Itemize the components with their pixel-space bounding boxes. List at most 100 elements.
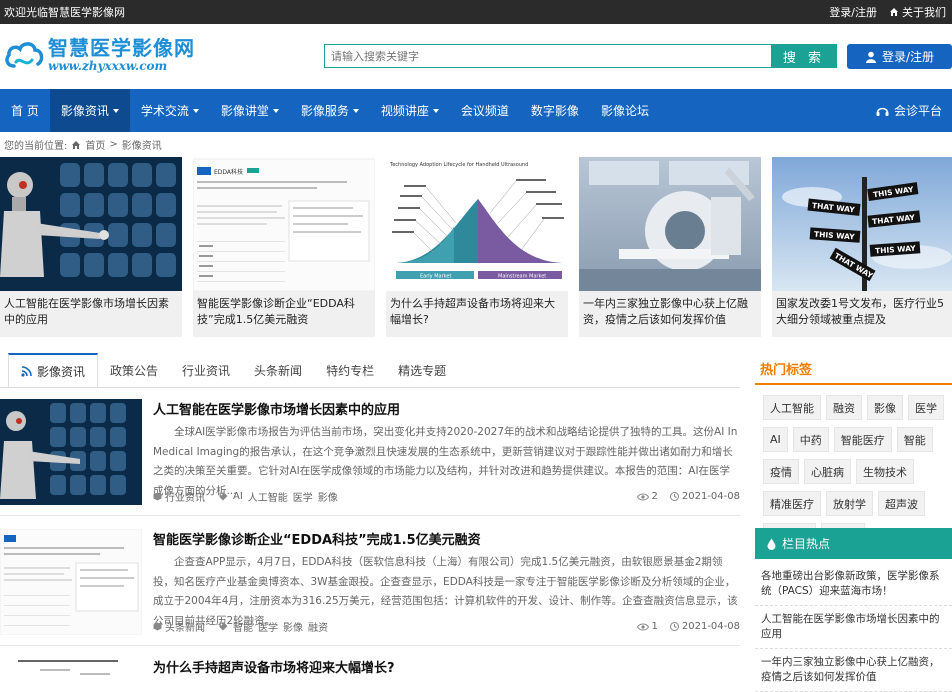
article-tag[interactable]: 影像 — [318, 489, 338, 504]
view-count: 2 — [636, 491, 658, 502]
tab-topic[interactable]: 精选专题 — [386, 353, 458, 387]
nav-conference[interactable]: 会议频道 — [450, 89, 520, 132]
featured-card[interactable]: THIS WAY THAT WAY THAT WAY THIS WAY THIS… — [772, 157, 952, 337]
article-title[interactable]: 人工智能在医学影像市场增长因素中的应用 — [153, 399, 400, 418]
tab-column[interactable]: 特约专栏 — [314, 353, 386, 387]
article-tag[interactable]: 医学 — [293, 489, 313, 504]
hot-tag[interactable]: 医学 — [908, 395, 944, 420]
article-title[interactable]: 为什么手持超声设备市场将迎来大幅增长? — [153, 657, 395, 676]
featured-strip: 人工智能在医学影像市场增长因素中的应用 EDDA科技 智能医学影像诊断企业“ED… — [0, 157, 952, 337]
article-tag[interactable]: 智能 — [233, 619, 253, 634]
hot-tag[interactable]: 精准医疗 — [763, 491, 821, 516]
nav-news-label: 影像资讯 — [60, 104, 109, 118]
nav-lecture[interactable]: 影像讲堂 — [210, 89, 290, 132]
featured-caption[interactable]: 人工智能在医学影像市场增长因素中的应用 — [0, 291, 182, 337]
cloud-logo-icon — [5, 42, 44, 68]
featured-caption[interactable]: 一年内三家独立影像中心获上亿融资，疫情之后该如何发挥价值 — [579, 291, 761, 337]
article-thumbnail[interactable] — [0, 399, 142, 505]
article-category[interactable]: 头条新闻 — [153, 619, 205, 634]
nav-news[interactable]: 影像资讯 — [49, 89, 130, 132]
search-button[interactable]: 搜 索 — [771, 44, 837, 68]
hot-tag[interactable]: 超声波 — [878, 491, 925, 516]
droplet-icon — [767, 538, 776, 550]
article-tag[interactable]: 人工智能 — [248, 489, 288, 504]
tab-industry[interactable]: 行业资讯 — [170, 353, 242, 387]
article-tag[interactable]: 融资 — [308, 619, 328, 634]
about-link[interactable]: 关于我们 — [889, 4, 946, 20]
article-tag[interactable]: 医学 — [258, 619, 278, 634]
featured-caption[interactable]: 为什么手持超声设备市场将迎来大幅增长? — [386, 291, 568, 337]
article-title[interactable]: 智能医学影像诊断企业“EDDA科技”完成1.5亿美元融资 — [153, 529, 481, 548]
view-count-value: 1 — [651, 621, 658, 632]
featured-card[interactable]: 一年内三家独立影像中心获上亿融资，疫情之后该如何发挥价值 — [579, 157, 761, 337]
tab-policy[interactable]: 政策公告 — [98, 353, 170, 387]
featured-card[interactable]: EDDA科技 智能医学影像诊断企业“EDDA科技”完成1.5亿美元融资 — [193, 157, 375, 337]
top-bar: 欢迎光临智慧医学影像网 登录/注册 关于我们 — [0, 0, 952, 24]
headset-icon — [876, 107, 889, 116]
article-thumbnail[interactable] — [0, 657, 142, 682]
breadcrumb-home[interactable]: 首页 — [85, 137, 105, 152]
cube-icon — [153, 492, 162, 501]
hot-tag[interactable]: 智能 — [896, 427, 933, 452]
hot-tag[interactable]: 疫情 — [763, 459, 799, 484]
article-tag[interactable]: 影像 — [283, 619, 303, 634]
nav-home[interactable]: 首 页 — [0, 89, 50, 132]
breadcrumb-current[interactable]: 影像资讯 — [122, 137, 162, 152]
clock-icon — [669, 492, 679, 501]
header: 智慧医学影像网 www.zhyxxxw.com 搜 索 登录/注册 — [0, 24, 952, 89]
hot-tag[interactable]: 心脏病 — [804, 459, 851, 484]
article-meta: 行业资讯 AI 人工智能 医学 影像 2 2021-04-08 — [153, 489, 740, 504]
hot-tag[interactable]: 放射学 — [826, 491, 873, 516]
tab-headline[interactable]: 头条新闻 — [242, 353, 314, 387]
nav-conference-label: 会议频道 — [460, 104, 509, 118]
user-icon — [865, 51, 876, 63]
article-tag[interactable]: AI — [233, 491, 243, 502]
hot-tag[interactable]: AI — [763, 427, 788, 452]
hot-tag[interactable]: 影像 — [867, 395, 903, 420]
login-button[interactable]: 登录/注册 — [847, 44, 952, 69]
hot-tags-title: 热门标签 — [755, 353, 952, 385]
nav-lecture-label: 影像讲堂 — [220, 104, 269, 118]
featured-card[interactable]: Technology Adoption Lifecycle for Handhe… — [386, 157, 568, 337]
home-icon — [890, 8, 898, 16]
news-tabs: 影像资讯 政策公告 行业资讯 头条新闻 特约专栏 精选专题 — [8, 353, 458, 387]
featured-card[interactable]: 人工智能在医学影像市场增长因素中的应用 — [0, 157, 182, 337]
article-category[interactable]: 行业资讯 — [153, 489, 205, 504]
hot-tag[interactable]: 中药 — [792, 427, 829, 452]
nav-forum[interactable]: 影像论坛 — [590, 89, 660, 132]
about-label: 关于我们 — [902, 6, 946, 19]
article-divider — [0, 645, 740, 646]
featured-image-adoption-chart: Technology Adoption Lifecycle for Handhe… — [386, 157, 568, 291]
featured-caption[interactable]: 国家发改委1号文发布，医疗行业5大细分领域被重点提及 — [772, 291, 952, 337]
tag-cloud: 人工智能 融资 影像 医学 AI 中药 智能医疗 智能 疫情 心脏病 生物技术 … — [755, 385, 952, 548]
hot-tag[interactable]: 人工智能 — [763, 395, 821, 420]
eye-icon — [636, 493, 649, 500]
early-market-label: Early Market — [420, 274, 451, 280]
chevron-down-icon — [272, 108, 279, 113]
tab-news[interactable]: 影像资讯 — [8, 353, 99, 387]
logo-title: 智慧医学影像网 — [48, 36, 195, 60]
site-logo[interactable]: 智慧医学影像网 www.zhyxxxw.com — [4, 38, 195, 72]
article-meta: 头条新闻 智能 医学 影像 融资 1 2021-04-08 — [153, 619, 740, 634]
tab-label: 影像资讯 — [37, 364, 86, 379]
article-thumbnail[interactable] — [0, 529, 142, 635]
publish-date: 2021-04-08 — [669, 491, 740, 502]
nav-service[interactable]: 影像服务 — [290, 89, 370, 132]
nav-digital[interactable]: 数字影像 — [520, 89, 590, 132]
hot-tag[interactable]: 智能医疗 — [833, 427, 892, 452]
search-input[interactable] — [324, 44, 771, 68]
hot-item[interactable]: 人工智能在医学影像市场增长因素中的应用 — [755, 606, 952, 649]
hot-column-list: 各地重磅出台影像新政策，医学影像系统（PACS）迎来蓝海市场！ 人工智能在医学影… — [755, 563, 952, 692]
nav-academic[interactable]: 学术交流 — [130, 89, 210, 132]
hot-item[interactable]: 各地重磅出台影像新政策，医学影像系统（PACS）迎来蓝海市场！ — [755, 563, 952, 606]
category-label: 行业资讯 — [165, 493, 205, 504]
nav-consult[interactable]: 会诊平台 — [876, 89, 942, 132]
hot-item[interactable]: 一年内三家独立影像中心获上亿融资，疫情之后该如何发挥价值 — [755, 649, 952, 692]
nav-video[interactable]: 视频讲座 — [370, 89, 450, 132]
cube-icon — [153, 622, 162, 631]
top-login-link[interactable]: 登录/注册 — [829, 4, 877, 20]
hot-tag[interactable]: 生物技术 — [856, 459, 914, 484]
hot-tag[interactable]: 融资 — [826, 395, 862, 420]
eye-icon — [636, 623, 649, 630]
featured-caption[interactable]: 智能医学影像诊断企业“EDDA科技”完成1.5亿美元融资 — [193, 291, 375, 337]
